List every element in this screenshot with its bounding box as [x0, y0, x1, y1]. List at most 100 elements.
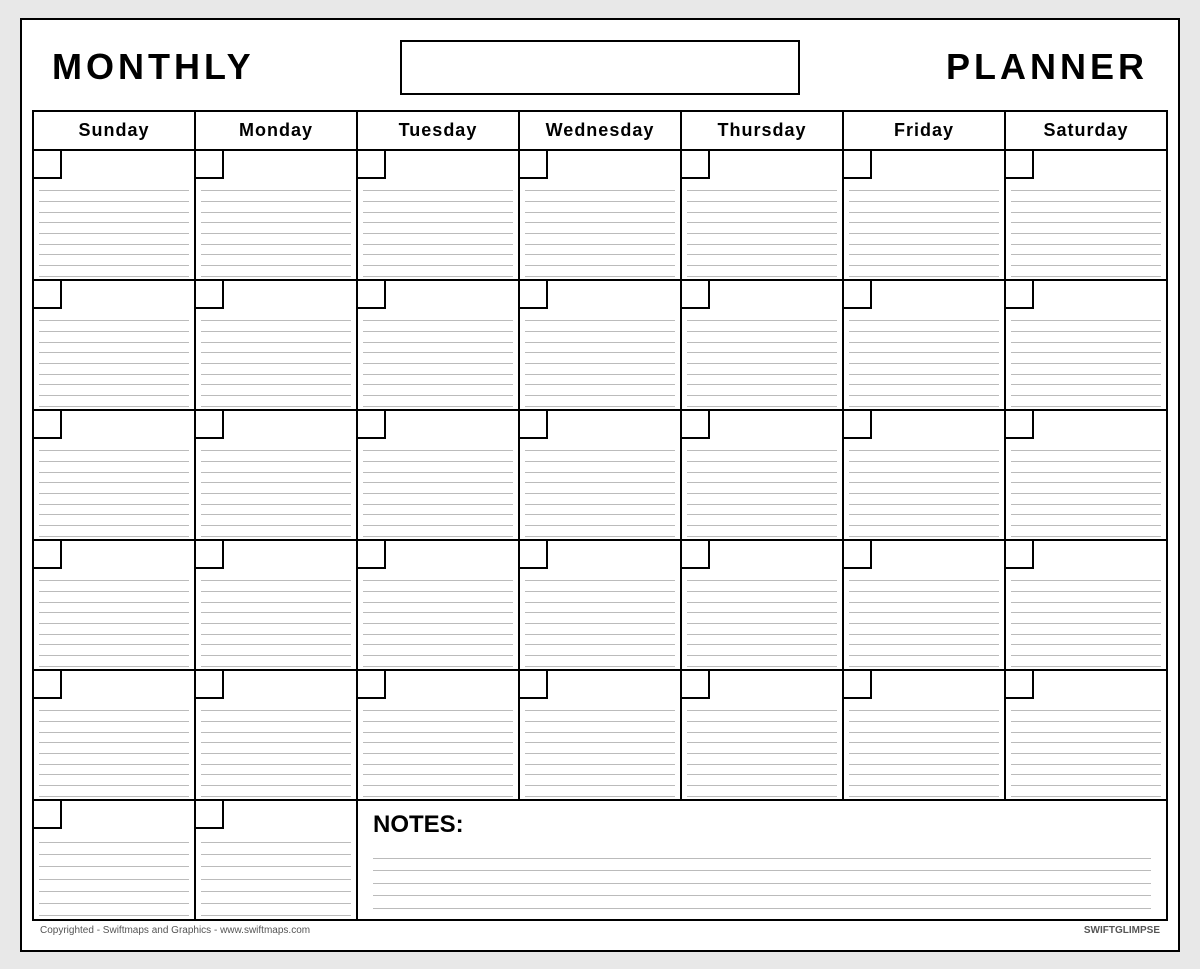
- cell-line: [687, 202, 837, 213]
- notes-cell[interactable]: NOTES:: [358, 801, 1168, 921]
- calendar-cell[interactable]: [520, 411, 682, 541]
- calendar-cell[interactable]: [358, 671, 520, 801]
- calendar-cell[interactable]: [844, 411, 1006, 541]
- cell-line: [39, 880, 189, 892]
- calendar-cell[interactable]: [196, 281, 358, 411]
- cell-lines-wrapper: [520, 309, 680, 409]
- date-number-box: [520, 671, 548, 699]
- calendar-cell[interactable]: [196, 801, 358, 921]
- calendar-cell[interactable]: [1006, 411, 1168, 541]
- cell-line: [39, 603, 189, 614]
- cell-line: [1011, 483, 1161, 494]
- cell-line: [39, 743, 189, 754]
- cell-line: [525, 526, 675, 537]
- cell-lines-wrapper: [34, 569, 194, 669]
- cell-line: [849, 396, 999, 407]
- month-input[interactable]: [400, 40, 800, 95]
- cell-line: [1011, 526, 1161, 537]
- cell-line: [525, 462, 675, 473]
- calendar-cell[interactable]: [1006, 151, 1168, 281]
- cell-line: [39, 462, 189, 473]
- cell-line: [525, 494, 675, 505]
- calendar-cell[interactable]: [34, 281, 196, 411]
- cell-line: [363, 581, 513, 592]
- calendar-cell[interactable]: [844, 281, 1006, 411]
- cell-line: [525, 311, 675, 322]
- calendar-cell[interactable]: [34, 541, 196, 671]
- cell-line: [1011, 311, 1161, 322]
- cell-line: [849, 775, 999, 786]
- cell-line: [525, 635, 675, 646]
- header-tuesday: Tuesday: [358, 112, 520, 151]
- cell-line: [849, 613, 999, 624]
- cell-line: [1011, 213, 1161, 224]
- calendar-cell[interactable]: [520, 281, 682, 411]
- calendar-cell[interactable]: [358, 411, 520, 541]
- calendar-cell[interactable]: [358, 281, 520, 411]
- cell-line: [39, 223, 189, 234]
- calendar-cell[interactable]: [1006, 671, 1168, 801]
- cell-line: [687, 441, 837, 452]
- calendar-cell[interactable]: [34, 801, 196, 921]
- calendar-cell[interactable]: [1006, 541, 1168, 671]
- cell-line: [849, 786, 999, 797]
- calendar-cell[interactable]: [682, 541, 844, 671]
- cell-line: [363, 375, 513, 386]
- cell-line: [525, 343, 675, 354]
- cell-line: [687, 353, 837, 364]
- calendar-cell[interactable]: [682, 151, 844, 281]
- cell-lines-wrapper: [520, 699, 680, 799]
- calendar-cell[interactable]: [844, 671, 1006, 801]
- calendar-cell[interactable]: [520, 541, 682, 671]
- calendar-cell[interactable]: [358, 541, 520, 671]
- cell-line: [363, 701, 513, 712]
- cell-lines-wrapper: [682, 439, 842, 539]
- cell-line: [201, 656, 351, 667]
- cell-line: [363, 181, 513, 192]
- calendar-cell[interactable]: [520, 151, 682, 281]
- cell-line: [39, 255, 189, 266]
- cell-line: [849, 635, 999, 646]
- cell-line: [1011, 353, 1161, 364]
- date-number-box: [844, 671, 872, 699]
- cell-lines-wrapper: [358, 439, 518, 539]
- calendar-cell[interactable]: [34, 671, 196, 801]
- calendar-cell[interactable]: [196, 541, 358, 671]
- calendar-cell[interactable]: [682, 671, 844, 801]
- cell-line: [39, 581, 189, 592]
- cell-line: [1011, 245, 1161, 256]
- cell-line: [849, 375, 999, 386]
- cell-line: [1011, 515, 1161, 526]
- cell-line: [363, 353, 513, 364]
- calendar-cell[interactable]: [34, 151, 196, 281]
- cell-lines-wrapper: [682, 699, 842, 799]
- cell-line: [687, 255, 837, 266]
- calendar-cell[interactable]: [196, 151, 358, 281]
- cell-line: [687, 526, 837, 537]
- date-number-box: [520, 281, 548, 309]
- cell-line: [687, 505, 837, 516]
- calendar-cell[interactable]: [196, 411, 358, 541]
- calendar-cell[interactable]: [358, 151, 520, 281]
- date-number-box: [844, 411, 872, 439]
- cell-line: [39, 515, 189, 526]
- calendar-cell[interactable]: [34, 411, 196, 541]
- calendar-cell[interactable]: [844, 151, 1006, 281]
- date-number-box: [358, 411, 386, 439]
- calendar-cell[interactable]: [682, 411, 844, 541]
- calendar-cell[interactable]: [520, 671, 682, 801]
- cell-line: [525, 202, 675, 213]
- calendar-cell[interactable]: [844, 541, 1006, 671]
- cell-line: [39, 765, 189, 776]
- cell-line: [1011, 656, 1161, 667]
- cell-line: [687, 483, 837, 494]
- cell-line: [39, 754, 189, 765]
- calendar-cell[interactable]: [682, 281, 844, 411]
- calendar-cell[interactable]: [1006, 281, 1168, 411]
- cell-line: [39, 321, 189, 332]
- cell-lines-wrapper: [358, 309, 518, 409]
- cell-line: [687, 786, 837, 797]
- cell-lines-wrapper: [1006, 309, 1166, 409]
- calendar-cell[interactable]: [196, 671, 358, 801]
- cell-line: [39, 483, 189, 494]
